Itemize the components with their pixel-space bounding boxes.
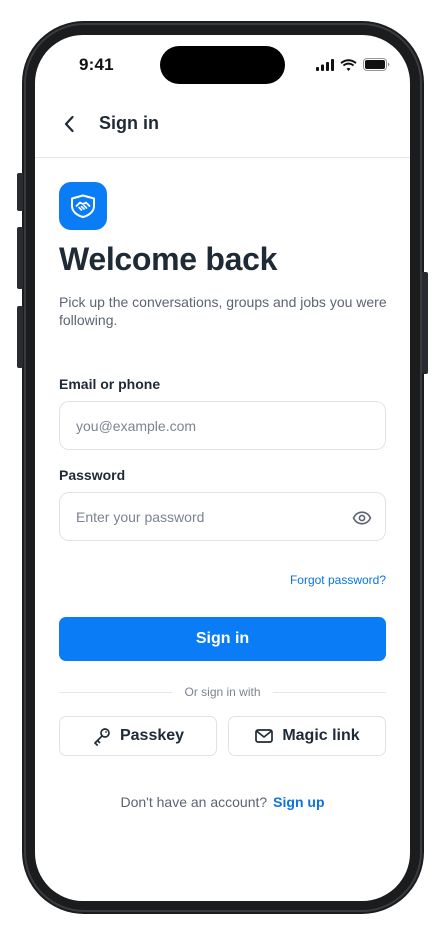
status-icons (316, 58, 390, 71)
divider-line-right (272, 691, 386, 693)
magic-link-button[interactable]: Magic link (228, 716, 386, 756)
volume-down-button (17, 306, 23, 368)
app-logo (59, 182, 107, 230)
alt-signin-divider: Or sign in with (59, 685, 386, 699)
passkey-button[interactable]: Passkey (59, 716, 217, 756)
wifi-icon (340, 58, 357, 71)
action-button (17, 173, 23, 211)
passkey-label: Passkey (119, 727, 185, 744)
signup-row: Don't have an account? Sign up (35, 794, 410, 810)
divider-text: Or sign in with (184, 685, 261, 699)
sign-in-button[interactable]: Sign in (59, 617, 386, 661)
nav-header: Sign in (35, 97, 410, 158)
dynamic-island (160, 46, 285, 84)
power-button (422, 272, 428, 374)
phone-screen: 9:41 Sign in Welcome back Pick up the co… (35, 35, 410, 901)
status-time: 9:41 (79, 55, 114, 74)
mail-icon (255, 729, 274, 743)
magic-link-label: Magic link (282, 727, 360, 744)
battery-icon (363, 58, 390, 71)
divider-line-left (59, 691, 173, 693)
cellular-signal-icon (316, 58, 334, 71)
home-indicator (155, 885, 290, 890)
password-label: Password (59, 467, 126, 483)
email-field[interactable] (76, 417, 369, 434)
eye-icon[interactable] (352, 508, 372, 528)
key-icon (94, 728, 110, 746)
email-field-container (59, 401, 386, 450)
password-field[interactable] (76, 508, 369, 525)
signup-prompt: Don't have an account? (120, 794, 268, 810)
sign-up-link[interactable]: Sign up (273, 794, 324, 810)
email-label: Email or phone (59, 376, 161, 392)
chevron-left-icon (64, 115, 74, 133)
back-button[interactable] (57, 112, 81, 136)
volume-up-button (17, 227, 23, 289)
header-title: Sign in (99, 113, 159, 133)
handshake-icon (71, 194, 95, 218)
forgot-password-link[interactable]: Forgot password? (290, 573, 386, 587)
password-field-container (59, 492, 386, 541)
page-subtitle: Pick up the conversations, groups and jo… (59, 294, 387, 328)
page-title: Welcome back (59, 241, 278, 277)
